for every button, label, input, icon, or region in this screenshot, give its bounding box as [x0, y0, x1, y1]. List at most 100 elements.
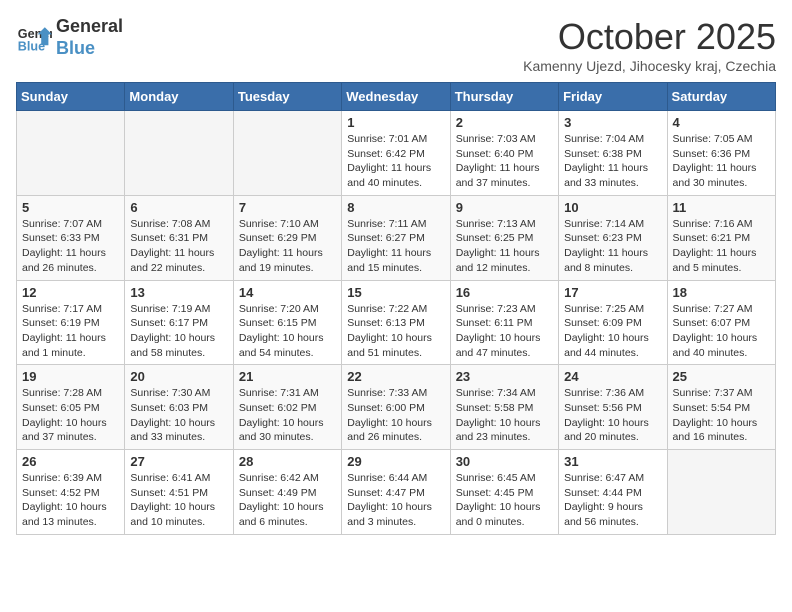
- calendar-cell: 4Sunrise: 7:05 AM Sunset: 6:36 PM Daylig…: [667, 111, 775, 196]
- logo-icon: General Blue: [16, 20, 52, 56]
- calendar-cell: 13 Sunrise: 7:19 AM Sunset: 6:17 PM Dayli…: [125, 280, 233, 365]
- day-number: 21: [239, 369, 336, 384]
- day-number: 14: [239, 285, 336, 300]
- day-number: 11: [673, 200, 770, 215]
- day-number: 29: [347, 454, 444, 469]
- day-info: Sunrise: 7:22 AM Sunset: 6:13 PM Dayligh…: [347, 302, 444, 361]
- logo-text: General Blue: [56, 16, 123, 59]
- calendar-cell: [17, 111, 125, 196]
- svg-text:Blue: Blue: [18, 39, 45, 53]
- calendar-cell: [125, 111, 233, 196]
- calendar-cell: 6 Sunrise: 7:08 AM Sunset: 6:31 PM Daylig…: [125, 195, 233, 280]
- calendar-cell: 20 Sunrise: 7:30 AM Sunset: 6:03 PM Dayli…: [125, 365, 233, 450]
- weekday-header-sunday: Sunday: [17, 83, 125, 111]
- day-info: Sunrise: 6:39 AM Sunset: 4:52 PM Dayligh…: [22, 471, 119, 530]
- weekday-header-friday: Friday: [559, 83, 667, 111]
- day-number: 2: [456, 115, 553, 130]
- weekday-header-monday: Monday: [125, 83, 233, 111]
- calendar-cell: 15Sunrise: 7:22 AM Sunset: 6:13 PM Dayli…: [342, 280, 450, 365]
- day-number: 6: [130, 200, 227, 215]
- day-info: Sunrise: 7:34 AM Sunset: 5:58 PM Dayligh…: [456, 386, 553, 445]
- calendar-cell: 8 Sunrise: 7:11 AM Sunset: 6:27 PM Daylig…: [342, 195, 450, 280]
- weekday-header-thursday: Thursday: [450, 83, 558, 111]
- day-info: Sunrise: 7:08 AM Sunset: 6:31 PM Dayligh…: [130, 217, 227, 276]
- day-info: Sunrise: 7:11 AM Sunset: 6:27 PM Dayligh…: [347, 217, 444, 276]
- calendar-cell: 1 Sunrise: 7:01 AM Sunset: 6:42 PM Daylig…: [342, 111, 450, 196]
- day-info: Sunrise: 7:16 AM Sunset: 6:21 PM Dayligh…: [673, 217, 770, 276]
- day-number: 10: [564, 200, 661, 215]
- day-info: Sunrise: 6:41 AM Sunset: 4:51 PM Dayligh…: [130, 471, 227, 530]
- day-info: Sunrise: 7:19 AM Sunset: 6:17 PM Dayligh…: [130, 302, 227, 361]
- weekday-header-row: SundayMondayTuesdayWednesdayThursdayFrid…: [17, 83, 776, 111]
- day-number: 4: [673, 115, 770, 130]
- logo: General Blue General Blue: [16, 16, 123, 59]
- day-info: Sunrise: 7:25 AM Sunset: 6:09 PM Dayligh…: [564, 302, 661, 361]
- calendar-cell: 14 Sunrise: 7:20 AM Sunset: 6:15 PM Dayli…: [233, 280, 341, 365]
- calendar-cell: 28Sunrise: 6:42 AM Sunset: 4:49 PM Dayli…: [233, 450, 341, 535]
- day-number: 5: [22, 200, 119, 215]
- calendar-cell: 21 Sunrise: 7:31 AM Sunset: 6:02 PM Dayli…: [233, 365, 341, 450]
- calendar-week-row: 12Sunrise: 7:17 AM Sunset: 6:19 PM Dayli…: [17, 280, 776, 365]
- day-info: Sunrise: 7:01 AM Sunset: 6:42 PM Dayligh…: [347, 132, 444, 191]
- day-info: Sunrise: 7:31 AM Sunset: 6:02 PM Dayligh…: [239, 386, 336, 445]
- day-number: 13: [130, 285, 227, 300]
- calendar-week-row: 5 Sunrise: 7:07 AM Sunset: 6:33 PM Daylig…: [17, 195, 776, 280]
- calendar-cell: 10 Sunrise: 7:14 AM Sunset: 6:23 PM Dayli…: [559, 195, 667, 280]
- day-info: Sunrise: 6:44 AM Sunset: 4:47 PM Dayligh…: [347, 471, 444, 530]
- calendar-cell: [667, 450, 775, 535]
- calendar-cell: 3 Sunrise: 7:04 AM Sunset: 6:38 PM Daylig…: [559, 111, 667, 196]
- title-block: October 2025 Kamenny Ujezd, Jihocesky kr…: [523, 16, 776, 74]
- day-info: Sunrise: 6:45 AM Sunset: 4:45 PM Dayligh…: [456, 471, 553, 530]
- calendar-cell: 24Sunrise: 7:36 AM Sunset: 5:56 PM Dayli…: [559, 365, 667, 450]
- day-info: Sunrise: 7:37 AM Sunset: 5:54 PM Dayligh…: [673, 386, 770, 445]
- calendar-cell: 23 Sunrise: 7:34 AM Sunset: 5:58 PM Dayli…: [450, 365, 558, 450]
- calendar-table: SundayMondayTuesdayWednesdayThursdayFrid…: [16, 82, 776, 535]
- calendar-cell: 22Sunrise: 7:33 AM Sunset: 6:00 PM Dayli…: [342, 365, 450, 450]
- day-info: Sunrise: 7:03 AM Sunset: 6:40 PM Dayligh…: [456, 132, 553, 191]
- day-info: Sunrise: 7:28 AM Sunset: 6:05 PM Dayligh…: [22, 386, 119, 445]
- calendar-cell: 2 Sunrise: 7:03 AM Sunset: 6:40 PM Daylig…: [450, 111, 558, 196]
- day-info: Sunrise: 6:47 AM Sunset: 4:44 PM Dayligh…: [564, 471, 661, 530]
- day-number: 23: [456, 369, 553, 384]
- day-info: Sunrise: 7:20 AM Sunset: 6:15 PM Dayligh…: [239, 302, 336, 361]
- day-number: 18: [673, 285, 770, 300]
- day-number: 31: [564, 454, 661, 469]
- calendar-cell: 26Sunrise: 6:39 AM Sunset: 4:52 PM Dayli…: [17, 450, 125, 535]
- calendar-cell: 16Sunrise: 7:23 AM Sunset: 6:11 PM Dayli…: [450, 280, 558, 365]
- day-number: 8: [347, 200, 444, 215]
- calendar-cell: 12Sunrise: 7:17 AM Sunset: 6:19 PM Dayli…: [17, 280, 125, 365]
- calendar-cell: 7Sunrise: 7:10 AM Sunset: 6:29 PM Daylig…: [233, 195, 341, 280]
- calendar-cell: 11 Sunrise: 7:16 AM Sunset: 6:21 PM Dayli…: [667, 195, 775, 280]
- day-number: 3: [564, 115, 661, 130]
- calendar-week-row: 19Sunrise: 7:28 AM Sunset: 6:05 PM Dayli…: [17, 365, 776, 450]
- day-info: Sunrise: 7:30 AM Sunset: 6:03 PM Dayligh…: [130, 386, 227, 445]
- day-info: Sunrise: 7:07 AM Sunset: 6:33 PM Dayligh…: [22, 217, 119, 276]
- calendar-cell: 25Sunrise: 7:37 AM Sunset: 5:54 PM Dayli…: [667, 365, 775, 450]
- day-number: 30: [456, 454, 553, 469]
- day-info: Sunrise: 7:14 AM Sunset: 6:23 PM Dayligh…: [564, 217, 661, 276]
- weekday-header-tuesday: Tuesday: [233, 83, 341, 111]
- day-number: 27: [130, 454, 227, 469]
- day-number: 7: [239, 200, 336, 215]
- weekday-header-saturday: Saturday: [667, 83, 775, 111]
- calendar-cell: 31 Sunrise: 6:47 AM Sunset: 4:44 PM Dayli…: [559, 450, 667, 535]
- day-number: 1: [347, 115, 444, 130]
- calendar-week-row: 26Sunrise: 6:39 AM Sunset: 4:52 PM Dayli…: [17, 450, 776, 535]
- day-info: Sunrise: 7:36 AM Sunset: 5:56 PM Dayligh…: [564, 386, 661, 445]
- day-info: Sunrise: 7:04 AM Sunset: 6:38 PM Dayligh…: [564, 132, 661, 191]
- calendar-cell: 29 Sunrise: 6:44 AM Sunset: 4:47 PM Dayli…: [342, 450, 450, 535]
- day-number: 12: [22, 285, 119, 300]
- day-number: 20: [130, 369, 227, 384]
- calendar-cell: 19Sunrise: 7:28 AM Sunset: 6:05 PM Dayli…: [17, 365, 125, 450]
- calendar-cell: [233, 111, 341, 196]
- day-number: 9: [456, 200, 553, 215]
- day-info: Sunrise: 7:27 AM Sunset: 6:07 PM Dayligh…: [673, 302, 770, 361]
- calendar-cell: 17Sunrise: 7:25 AM Sunset: 6:09 PM Dayli…: [559, 280, 667, 365]
- day-info: Sunrise: 7:13 AM Sunset: 6:25 PM Dayligh…: [456, 217, 553, 276]
- weekday-header-wednesday: Wednesday: [342, 83, 450, 111]
- day-info: Sunrise: 6:42 AM Sunset: 4:49 PM Dayligh…: [239, 471, 336, 530]
- day-info: Sunrise: 7:23 AM Sunset: 6:11 PM Dayligh…: [456, 302, 553, 361]
- calendar-cell: 30 Sunrise: 6:45 AM Sunset: 4:45 PM Dayli…: [450, 450, 558, 535]
- day-info: Sunrise: 7:33 AM Sunset: 6:00 PM Dayligh…: [347, 386, 444, 445]
- page-header: General Blue General Blue October 2025 K…: [16, 16, 776, 74]
